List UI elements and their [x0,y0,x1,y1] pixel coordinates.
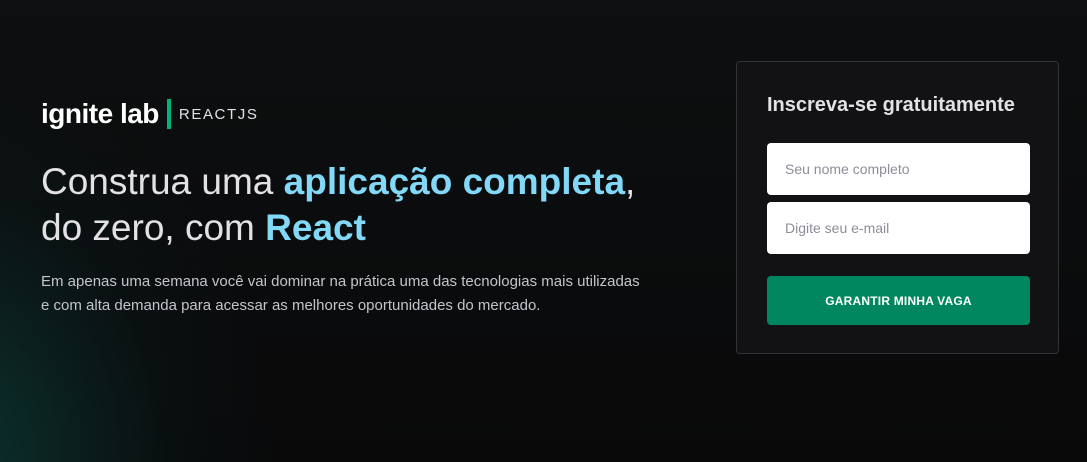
logo-brand: ignite lab [41,98,159,129]
signup-card: Inscreva-se gratuitamente GARANTIR MINHA… [736,61,1059,354]
submit-button[interactable]: GARANTIR MINHA VAGA [767,276,1030,325]
headline-text-2: , [625,161,636,202]
email-input[interactable] [767,202,1030,254]
hero-headline: Construa uma aplicação completa, do zero… [41,159,661,251]
signup-title: Inscreva-se gratuitamente [767,94,1015,116]
headline-text-3: do zero, com [41,207,266,248]
headline-text-1: Construa uma [41,161,284,202]
headline-highlight-2: React [265,207,366,248]
logo-divider [166,99,171,129]
hero-description: Em apenas uma semana você vai dominar na… [41,273,640,314]
headline-highlight-1: aplicação completa [283,161,626,202]
hero-section: ignite lab REACTJS Construa uma aplicaçã… [41,96,661,318]
logo: ignite lab REACTJS [41,96,661,132]
logo-product: REACTJS [178,105,259,123]
name-input[interactable] [767,143,1030,195]
